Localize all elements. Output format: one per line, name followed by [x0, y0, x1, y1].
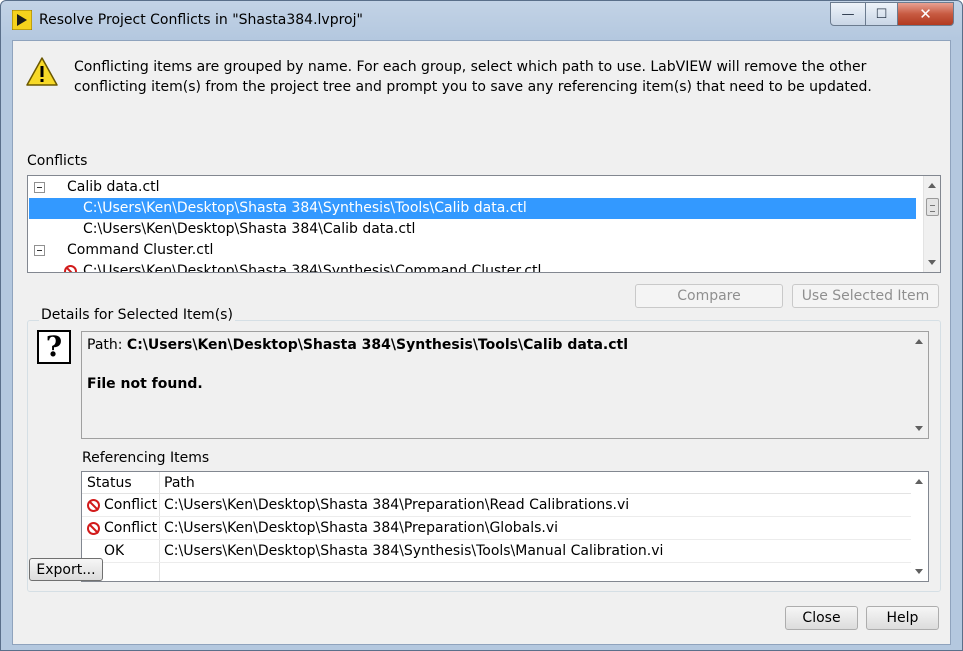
- minimize-button[interactable]: —: [830, 2, 866, 26]
- status-message: File not found.: [87, 376, 203, 392]
- help-button[interactable]: Help: [866, 606, 939, 630]
- tree-group-label: Calib data.ctl: [67, 179, 160, 195]
- tree-path-row[interactable]: C:\Users\Ken\Desktop\Shasta 384\Synthesi…: [29, 198, 916, 219]
- no-entry-icon: [87, 499, 100, 512]
- scroll-down-icon[interactable]: [915, 426, 923, 431]
- conflicts-tree[interactable]: Calib data.ctl C:\Users\Ken\Desktop\Shas…: [27, 175, 941, 273]
- status-cell: Conflict: [104, 497, 158, 513]
- maximize-button[interactable]: ☐: [866, 2, 898, 26]
- window-title: Resolve Project Conflicts in "Shasta384.…: [39, 12, 363, 28]
- scroll-up-icon[interactable]: [915, 339, 923, 344]
- question-mark-icon: ?: [37, 330, 71, 364]
- tree-group-row[interactable]: Command Cluster.ctl: [29, 240, 916, 261]
- tree-group-label: Command Cluster.ctl: [67, 242, 214, 258]
- conflicts-scrollbar[interactable]: [923, 176, 940, 272]
- table-row[interactable]: Conflict C:\Users\Ken\Desktop\Shasta 384…: [82, 494, 911, 517]
- path-line: Path: C:\Users\Ken\Desktop\Shasta 384\Sy…: [87, 337, 628, 353]
- title-bar[interactable]: Resolve Project Conflicts in "Shasta384.…: [1, 1, 962, 39]
- use-selected-item-button[interactable]: Use Selected Item: [792, 284, 939, 308]
- warning-icon: [26, 57, 58, 86]
- labview-app-icon: [12, 10, 32, 30]
- path-cell: C:\Users\Ken\Desktop\Shasta 384\Preparat…: [164, 497, 630, 513]
- scroll-down-icon[interactable]: [928, 260, 936, 265]
- maximize-icon: ☐: [875, 6, 888, 22]
- compare-button[interactable]: Compare: [635, 284, 783, 308]
- details-scrollbar[interactable]: [911, 332, 928, 438]
- path-cell: C:\Users\Ken\Desktop\Shasta 384\Preparat…: [164, 520, 559, 536]
- details-label: Details for Selected Item(s): [39, 307, 235, 323]
- path-cell: C:\Users\Ken\Desktop\Shasta 384\Synthesi…: [164, 543, 664, 559]
- scroll-down-icon[interactable]: [915, 569, 923, 574]
- path-value: C:\Users\Ken\Desktop\Shasta 384\Synthesi…: [126, 337, 629, 353]
- tree-path-row[interactable]: C:\Users\Ken\Desktop\Shasta 384\Calib da…: [29, 219, 916, 240]
- tree-path-label: C:\Users\Ken\Desktop\Shasta 384\Synthesi…: [83, 263, 542, 273]
- close-icon: ✕: [919, 5, 932, 23]
- conflicts-label: Conflicts: [27, 153, 88, 169]
- scroll-up-icon[interactable]: [915, 479, 923, 484]
- no-entry-icon: [64, 265, 77, 272]
- close-button[interactable]: Close: [785, 606, 858, 630]
- collapse-icon[interactable]: [34, 182, 45, 193]
- status-cell: OK: [104, 543, 125, 559]
- tree-group-row[interactable]: Calib data.ctl: [29, 177, 916, 198]
- table-row[interactable]: OK C:\Users\Ken\Desktop\Shasta 384\Synth…: [82, 540, 911, 563]
- tree-path-row[interactable]: C:\Users\Ken\Desktop\Shasta 384\Synthesi…: [29, 261, 916, 273]
- tree-path-label: C:\Users\Ken\Desktop\Shasta 384\Calib da…: [83, 221, 416, 237]
- no-entry-icon: [87, 522, 100, 535]
- referencing-scrollbar[interactable]: [911, 472, 928, 581]
- path-prefix: Path:: [87, 337, 127, 353]
- collapse-icon[interactable]: [34, 245, 45, 256]
- referencing-items-table[interactable]: Status Path Conflict C:\Users\Ken\Deskto…: [81, 471, 929, 582]
- dialog-window: Resolve Project Conflicts in "Shasta384.…: [0, 0, 963, 651]
- intro-text: Conflicting items are grouped by name. F…: [74, 59, 872, 95]
- column-header-status[interactable]: Status: [82, 472, 159, 494]
- tree-path-label: C:\Users\Ken\Desktop\Shasta 384\Synthesi…: [83, 200, 527, 216]
- scroll-thumb[interactable]: [926, 198, 939, 216]
- export-button[interactable]: Export...: [29, 558, 103, 581]
- details-text-box[interactable]: Path: C:\Users\Ken\Desktop\Shasta 384\Sy…: [81, 331, 929, 439]
- referencing-items-label: Referencing Items: [82, 450, 210, 466]
- status-cell: Conflict: [104, 520, 158, 536]
- scroll-up-icon[interactable]: [928, 183, 936, 188]
- dialog-client-area: Conflicting items are grouped by name. F…: [12, 40, 951, 645]
- close-window-button[interactable]: ✕: [898, 2, 954, 26]
- column-header-path[interactable]: Path: [159, 472, 911, 494]
- table-row[interactable]: Conflict C:\Users\Ken\Desktop\Shasta 384…: [82, 517, 911, 540]
- minimize-icon: —: [841, 6, 855, 22]
